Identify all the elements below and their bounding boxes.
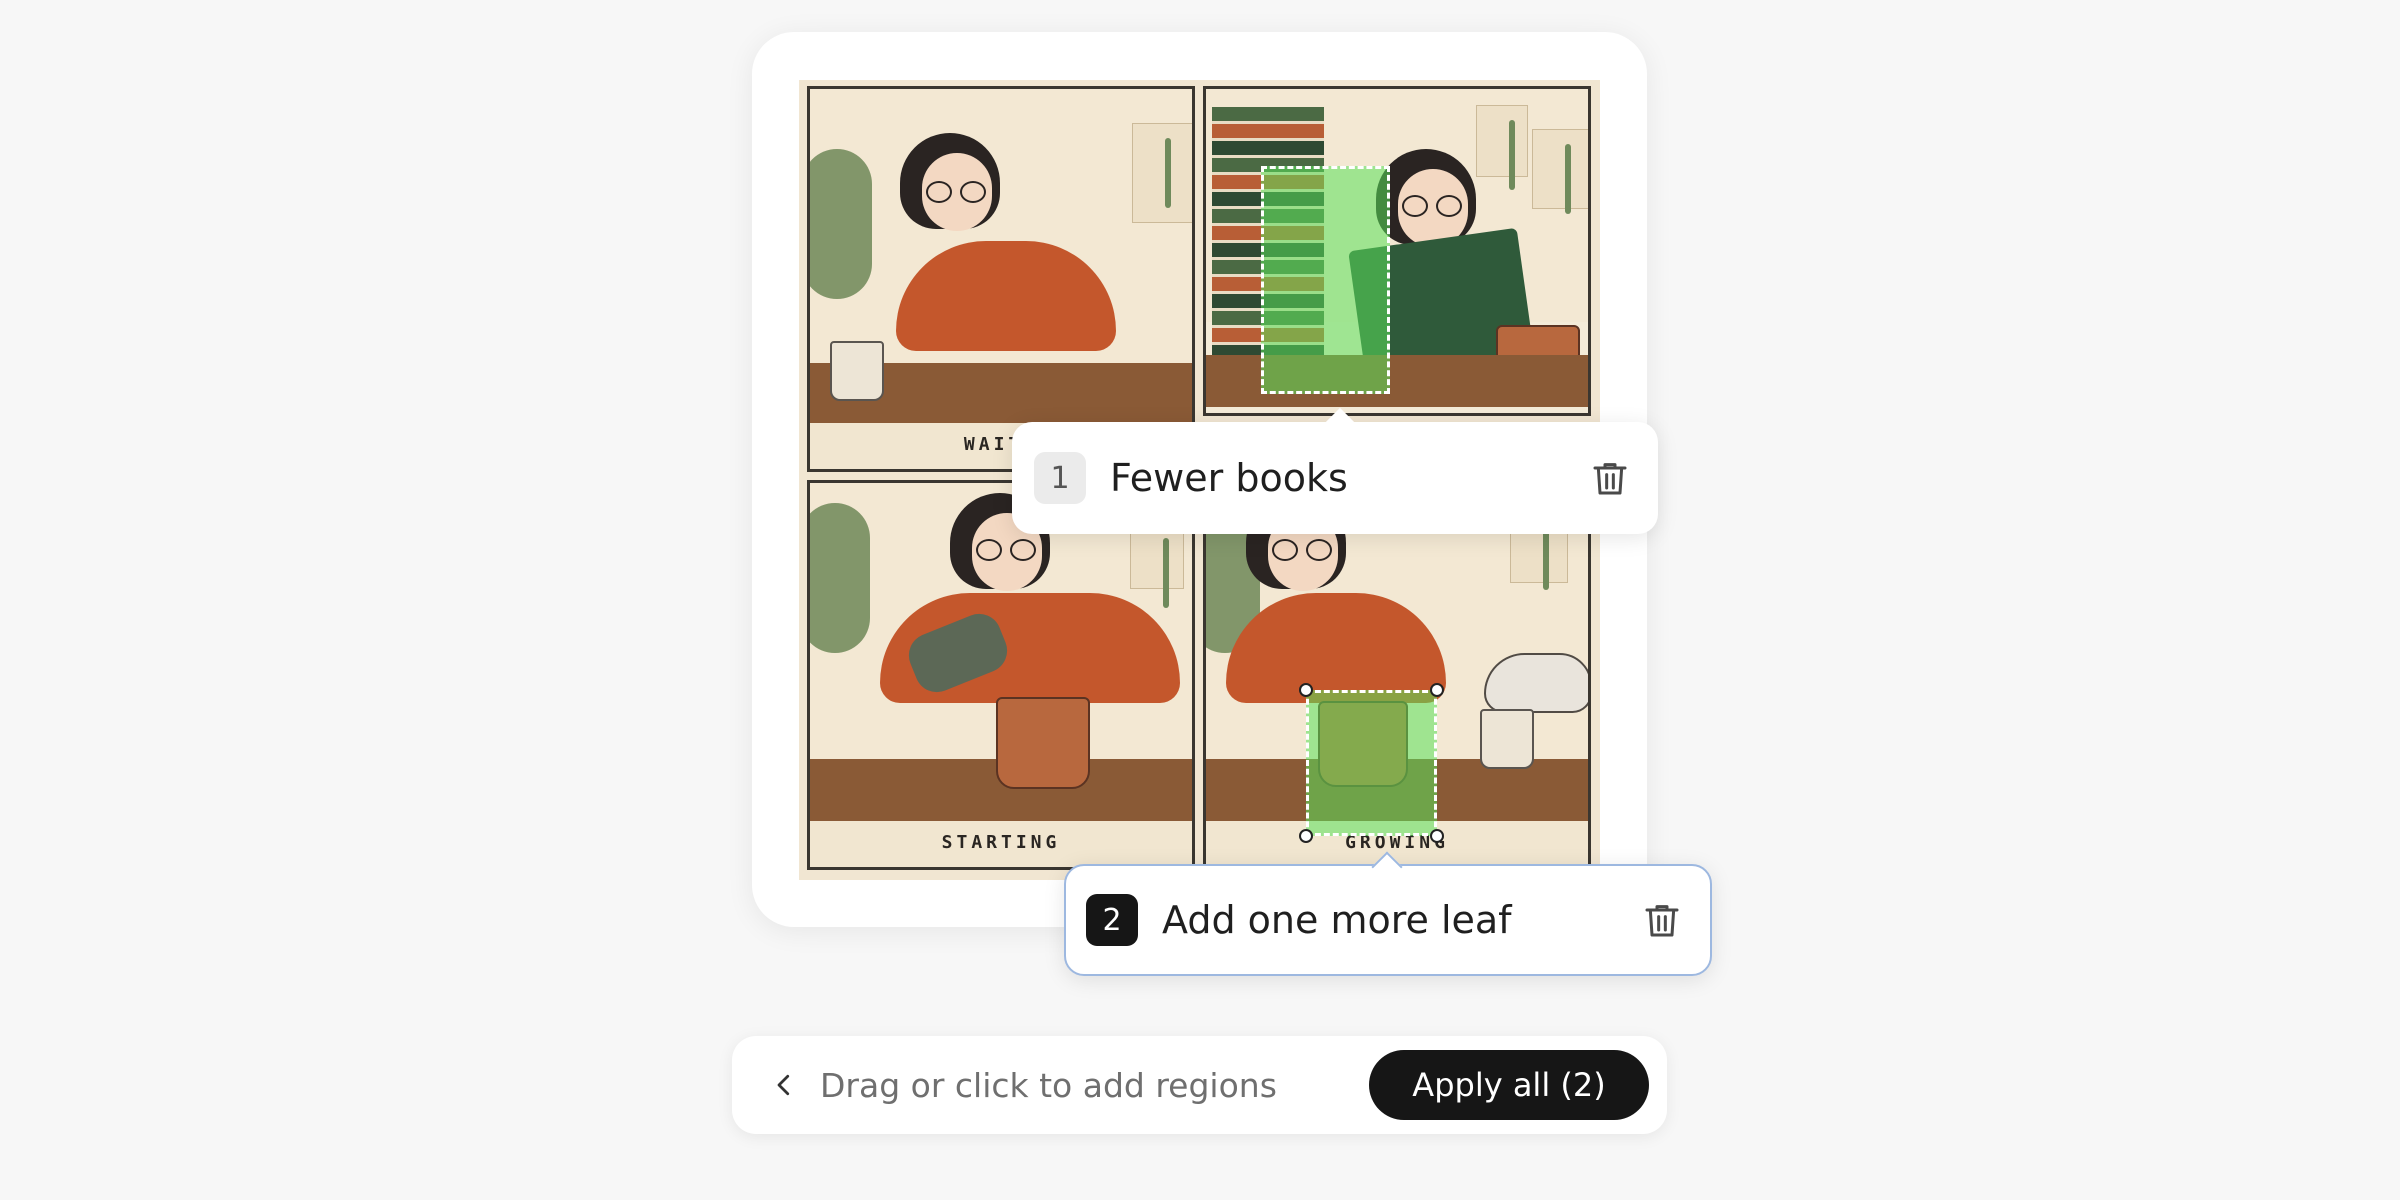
region-number-badge: 2 [1086,894,1138,946]
region-instruction[interactable]: Add one more leaf [1162,898,1642,942]
girl-glasses [926,181,986,203]
girl-glasses [1402,195,1462,217]
plant-print [1476,105,1528,190]
region-instruction[interactable]: Fewer books [1110,456,1590,500]
toolbar-hint: Drag or click to add regions [820,1065,1277,1105]
panel-waiting: WAITI [807,86,1195,472]
resize-handle-bottom-left[interactable] [1299,829,1313,843]
apply-all-button[interactable]: Apply all (2) [1369,1050,1649,1120]
region-1-fewer-books[interactable] [1261,166,1390,394]
chevron-left-icon [777,1074,790,1096]
resize-handle-top-left[interactable] [1299,683,1313,697]
mug [1480,709,1534,769]
plant-decoration [810,503,870,653]
trash-icon[interactable] [1642,899,1682,941]
region-number-badge: 1 [1034,452,1086,504]
landscape-print [1532,129,1588,214]
resize-handle-bottom-right[interactable] [1430,829,1444,843]
mug [830,341,884,401]
trash-icon[interactable] [1590,457,1630,499]
clay-pot [996,697,1090,789]
panel-starting: STARTING [807,480,1195,870]
plant-print [1132,123,1192,223]
resize-handle-top-right[interactable] [1430,683,1444,697]
back-button[interactable] [762,1063,806,1107]
plant-decoration [810,149,872,299]
bottom-toolbar: Drag or click to add regions Apply all (… [732,1036,1667,1134]
girl-glasses [1272,539,1332,561]
region-2-add-leaf[interactable] [1306,690,1437,836]
region-popover-1[interactable]: 1 Fewer books [1012,407,1658,534]
panel-label: STARTING [941,832,1061,853]
region-popover-2[interactable]: 2 Add one more leaf [1064,851,1712,976]
girl-glasses [976,539,1036,561]
sleeping-cat [1484,653,1588,713]
